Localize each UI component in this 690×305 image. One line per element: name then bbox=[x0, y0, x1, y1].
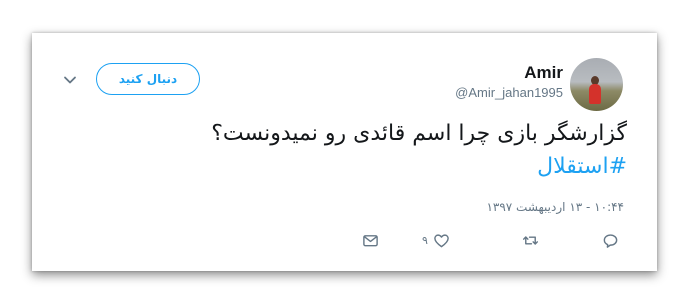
follow-button[interactable]: دنبال کنید bbox=[96, 63, 200, 95]
reply-icon bbox=[603, 233, 618, 248]
direct-message-button[interactable] bbox=[362, 231, 379, 249]
tweet-actions: ۹ bbox=[32, 231, 657, 251]
author-handle[interactable]: @Amir_jahan1995 bbox=[455, 85, 563, 100]
tweet-text: گزارشگر بازی چرا اسم قائدی رو نمیدونست؟ … bbox=[67, 117, 627, 183]
hashtag-link[interactable]: #استقلال bbox=[67, 150, 627, 183]
reply-button[interactable] bbox=[602, 231, 619, 249]
like-button[interactable]: ۹ bbox=[422, 231, 450, 249]
like-count: ۹ bbox=[422, 233, 428, 247]
retweet-button[interactable] bbox=[522, 231, 539, 249]
author-name[interactable]: Amir bbox=[524, 63, 563, 83]
envelope-icon bbox=[363, 234, 378, 246]
tweet-body: گزارشگر بازی چرا اسم قائدی رو نمیدونست؟ bbox=[211, 121, 627, 146]
avatar[interactable] bbox=[570, 58, 623, 111]
heart-icon bbox=[434, 233, 449, 247]
retweet-icon bbox=[522, 235, 539, 245]
tweet-card: Amir @Amir_jahan1995 دنبال کنید گزارشگر … bbox=[32, 33, 657, 271]
tweet-timestamp[interactable]: ۱۰:۴۴ - ۱۳ اردیبهشت ۱۳۹۷ bbox=[486, 200, 624, 214]
chevron-down-icon[interactable] bbox=[63, 73, 77, 87]
avatar-figure-body bbox=[589, 84, 601, 104]
